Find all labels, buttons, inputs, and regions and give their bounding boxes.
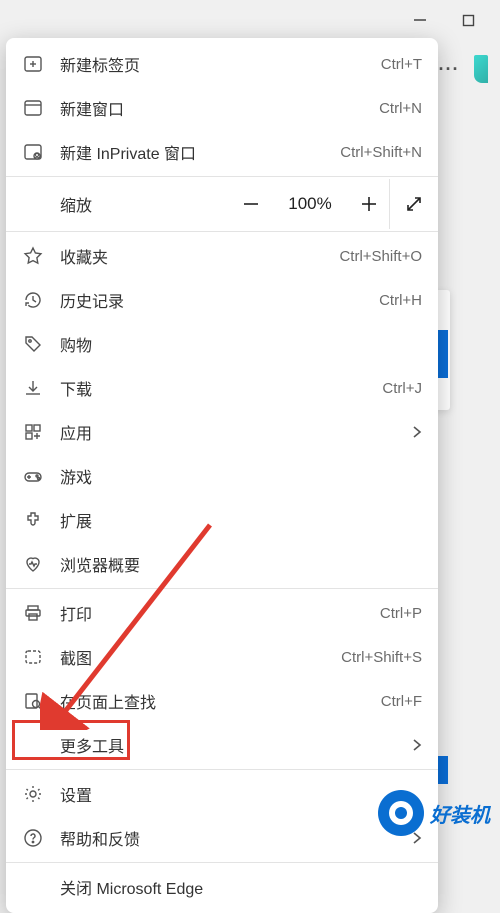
menu-item-label: 新建窗口 xyxy=(60,96,379,120)
chevron-right-icon xyxy=(412,426,422,438)
menu-item-label: 历史记录 xyxy=(60,288,379,312)
download-icon xyxy=(22,377,44,399)
menu-screenshot[interactable]: 截图 Ctrl+Shift+S xyxy=(6,635,438,679)
menu-item-label: 帮助和反馈 xyxy=(60,826,404,850)
screenshot-icon xyxy=(22,646,44,668)
watermark-logo-icon xyxy=(378,790,424,836)
menu-close-edge[interactable]: 关闭 Microsoft Edge xyxy=(6,865,438,909)
menu-item-shortcut: Ctrl+H xyxy=(379,292,422,309)
menu-new-inprivate[interactable]: 新建 InPrivate 窗口 Ctrl+Shift+N xyxy=(6,130,438,174)
blank-icon xyxy=(22,734,44,756)
menu-item-label: 收藏夹 xyxy=(60,244,339,268)
menu-favorites[interactable]: 收藏夹 Ctrl+Shift+O xyxy=(6,234,438,278)
blank-icon xyxy=(22,876,44,898)
menu-item-shortcut: Ctrl+N xyxy=(379,100,422,117)
menu-item-shortcut: Ctrl+Shift+O xyxy=(339,248,422,265)
zoom-out-button[interactable] xyxy=(237,190,265,218)
fullscreen-button[interactable] xyxy=(389,179,438,229)
toolbar-right: ··· xyxy=(432,52,488,86)
watermark: 好装机 xyxy=(378,790,490,836)
menu-zoom: 缩放 100% xyxy=(6,179,438,229)
history-icon xyxy=(22,289,44,311)
menu-downloads[interactable]: 下载 Ctrl+J xyxy=(6,366,438,410)
menu-item-label: 关闭 Microsoft Edge xyxy=(60,875,422,899)
menu-item-label: 扩展 xyxy=(60,508,422,532)
print-icon xyxy=(22,602,44,624)
star-icon xyxy=(22,245,44,267)
menu-shopping[interactable]: 购物 xyxy=(6,322,438,366)
find-icon xyxy=(22,690,44,712)
menu-separator xyxy=(6,862,438,863)
watermark-text: 好装机 xyxy=(430,799,490,828)
menu-games[interactable]: 游戏 xyxy=(6,454,438,498)
menu-browser-essentials[interactable]: 浏览器概要 xyxy=(6,542,438,586)
menu-item-label: 设置 xyxy=(60,782,422,806)
menu-item-label: 新建 InPrivate 窗口 xyxy=(60,140,340,164)
menu-item-shortcut: Ctrl+Shift+N xyxy=(340,144,422,161)
menu-item-label: 下载 xyxy=(60,376,382,400)
menu-print[interactable]: 打印 Ctrl+P xyxy=(6,591,438,635)
tag-icon xyxy=(22,333,44,355)
menu-item-label: 浏览器概要 xyxy=(60,552,422,576)
inprivate-icon xyxy=(22,141,44,163)
menu-item-label: 更多工具 xyxy=(60,733,404,757)
apps-icon xyxy=(22,421,44,443)
menu-item-shortcut: Ctrl+Shift+S xyxy=(341,649,422,666)
new-window-icon xyxy=(22,97,44,119)
bing-icon[interactable] xyxy=(474,55,488,83)
menu-item-shortcut: Ctrl+J xyxy=(382,380,422,397)
zoom-label: 缩放 xyxy=(22,192,237,216)
maximize-button[interactable] xyxy=(458,10,478,30)
zoom-in-button[interactable] xyxy=(355,190,383,218)
menu-item-shortcut: Ctrl+P xyxy=(380,605,422,622)
menu-extensions[interactable]: 扩展 xyxy=(6,498,438,542)
menu-item-label: 游戏 xyxy=(60,464,422,488)
menu-separator xyxy=(6,588,438,589)
extensions-icon xyxy=(22,509,44,531)
main-menu: 新建标签页 Ctrl+T 新建窗口 Ctrl+N 新建 InPrivate 窗口… xyxy=(6,38,438,913)
menu-item-shortcut: Ctrl+F xyxy=(381,693,422,710)
menu-separator xyxy=(6,769,438,770)
menu-item-label: 打印 xyxy=(60,601,380,625)
menu-help-feedback[interactable]: 帮助和反馈 xyxy=(6,816,438,860)
menu-find-on-page[interactable]: 在页面上查找 Ctrl+F xyxy=(6,679,438,723)
menu-item-shortcut: Ctrl+T xyxy=(381,56,422,73)
menu-history[interactable]: 历史记录 Ctrl+H xyxy=(6,278,438,322)
minimize-button[interactable] xyxy=(410,10,430,30)
menu-item-label: 应用 xyxy=(60,420,404,444)
heartbeat-icon xyxy=(22,553,44,575)
menu-item-label: 截图 xyxy=(60,645,341,669)
menu-settings[interactable]: 设置 xyxy=(6,772,438,816)
menu-new-window[interactable]: 新建窗口 Ctrl+N xyxy=(6,86,438,130)
menu-separator xyxy=(6,231,438,232)
menu-new-tab[interactable]: 新建标签页 Ctrl+T xyxy=(6,42,438,86)
zoom-value: 100% xyxy=(285,194,335,214)
window-controls xyxy=(410,0,500,30)
menu-item-label: 在页面上查找 xyxy=(60,689,381,713)
menu-item-label: 新建标签页 xyxy=(60,52,381,76)
menu-more-tools[interactable]: 更多工具 xyxy=(6,723,438,767)
menu-apps[interactable]: 应用 xyxy=(6,410,438,454)
chevron-right-icon xyxy=(412,739,422,751)
gear-icon xyxy=(22,783,44,805)
zoom-controls: 100% xyxy=(237,190,389,218)
menu-separator xyxy=(6,176,438,177)
games-icon xyxy=(22,465,44,487)
help-icon xyxy=(22,827,44,849)
new-tab-icon xyxy=(22,53,44,75)
menu-item-label: 购物 xyxy=(60,332,422,356)
